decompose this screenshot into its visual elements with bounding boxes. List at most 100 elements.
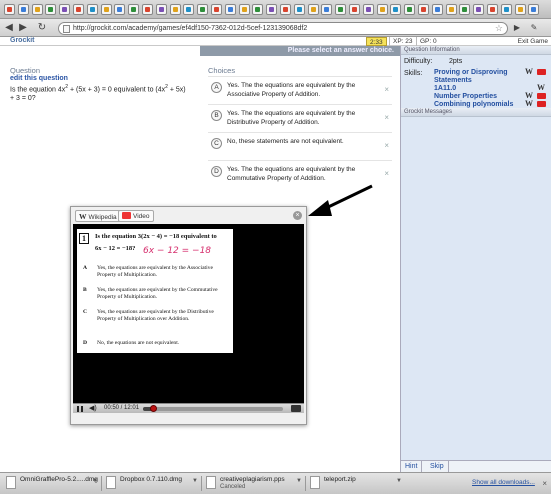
browser-tab[interactable] [114, 4, 126, 15]
choice-c[interactable]: C No, these statements are not equivalen… [208, 132, 392, 158]
dropdown-arrow-icon[interactable]: ▼ [92, 478, 98, 484]
browser-tab[interactable] [86, 4, 98, 15]
choice-a[interactable]: A Yes. The the equations are equivalent … [208, 76, 392, 102]
browser-tab[interactable] [45, 4, 57, 15]
choice-b[interactable]: B Yes. The the equations are equivalent … [208, 104, 392, 130]
favicon-icon [48, 7, 54, 12]
browser-tab[interactable] [307, 4, 319, 15]
browser-tab[interactable] [418, 4, 429, 15]
browser-tab[interactable] [500, 4, 512, 15]
choice-text: Yes. The the equations are equivalent by… [227, 82, 356, 98]
skill-link[interactable]: 1A11.0 [434, 85, 456, 93]
video-player[interactable]: 1 Is the equation 3(2x − 4) = −18 equiva… [73, 224, 304, 403]
browser-tab[interactable] [224, 4, 236, 15]
sidebar: Question Information Difficulty: 2pts Sk… [400, 46, 551, 472]
eliminate-choice-icon[interactable]: × [384, 113, 389, 122]
video-scrubber-handle[interactable] [149, 405, 157, 412]
skill-link[interactable]: Proving or Disproving [434, 69, 508, 77]
browser-tab[interactable] [17, 4, 29, 15]
video-tab[interactable]: Video [118, 210, 154, 222]
skip-tab[interactable]: Skip [426, 461, 449, 472]
browser-tab[interactable] [376, 4, 388, 15]
browser-tab[interactable] [280, 4, 291, 15]
browser-tab[interactable] [31, 4, 43, 15]
close-icon[interactable]: × [542, 479, 547, 488]
browser-tab[interactable] [404, 4, 416, 15]
browser-tab[interactable] [100, 4, 112, 15]
dropdown-arrow-icon[interactable]: ▼ [192, 478, 198, 484]
browser-tab[interactable] [321, 4, 333, 15]
browser-tab[interactable] [4, 4, 15, 15]
download-filename: Dropbox 0.7.110.dmg [120, 476, 183, 483]
wikipedia-tab[interactable]: W Wikipedia [75, 210, 121, 222]
browser-tab[interactable] [169, 4, 181, 15]
wikipedia-icon[interactable]: W [537, 83, 545, 92]
browser-tab[interactable] [514, 4, 526, 15]
video-progress-bar[interactable] [143, 405, 283, 412]
browser-tab[interactable] [266, 4, 278, 15]
browser-tab[interactable] [142, 4, 153, 15]
browser-tab[interactable] [349, 4, 360, 15]
browser-tab[interactable] [197, 4, 209, 15]
download-item[interactable]: OmniGrafflePro-5.2.....dmg ▼ [6, 475, 98, 492]
address-bar[interactable]: http://grockit.com/academy/games/ef4df15… [58, 22, 508, 35]
youtube-icon[interactable] [537, 93, 546, 99]
browser-tab[interactable] [362, 4, 374, 15]
browser-tab[interactable] [528, 4, 540, 15]
wikipedia-icon[interactable]: W [525, 99, 533, 108]
back-arrow-icon[interactable]: ◀ [3, 22, 15, 34]
browser-tab[interactable] [293, 4, 305, 15]
browser-tab[interactable] [431, 4, 443, 15]
favicon-icon [296, 7, 302, 12]
volume-icon[interactable]: ◀) [89, 404, 97, 413]
download-item[interactable]: creativeplagiarism.pps Canceled ▼ [206, 475, 302, 492]
youtube-icon[interactable] [537, 69, 546, 75]
bookmark-star-icon[interactable]: ☆ [495, 23, 503, 34]
browser-tab[interactable] [390, 4, 402, 15]
grockit-logo[interactable]: Grockit [10, 37, 35, 44]
show-all-downloads-link[interactable]: Show all downloads... [472, 479, 535, 486]
skill-link[interactable]: Statements [434, 77, 472, 85]
exit-game-button[interactable]: Exit Game [518, 37, 548, 46]
browser-tab[interactable] [487, 4, 498, 15]
browser-tab[interactable] [445, 4, 457, 15]
browser-tab[interactable] [252, 4, 264, 15]
favicon-icon [324, 7, 330, 12]
eliminate-choice-icon[interactable]: × [384, 141, 389, 150]
eliminate-choice-icon[interactable]: × [384, 169, 389, 178]
reload-icon[interactable]: ↻ [36, 22, 48, 34]
page-menu-icon[interactable]: ▶ [511, 22, 523, 34]
skill-link[interactable]: Number Properties [434, 93, 497, 101]
favicon-icon [365, 7, 371, 12]
fullscreen-icon[interactable] [291, 405, 301, 412]
download-item[interactable]: teleport.zip ▼ [310, 475, 402, 492]
eliminate-choice-icon[interactable]: × [384, 85, 389, 94]
answer-prompt-bar: Please select an answer choice. [200, 46, 400, 56]
browser-tab[interactable] [183, 4, 195, 15]
wrench-menu-icon[interactable]: ✎ [528, 22, 540, 34]
browser-tab[interactable] [459, 4, 471, 15]
browser-tab[interactable] [211, 4, 222, 15]
close-popup-button[interactable]: × [293, 211, 302, 220]
pause-icon[interactable] [76, 405, 84, 413]
choice-text: No, these statements are not equivalent. [227, 138, 344, 145]
choice-text: Yes. The the equations are equivalent by… [227, 110, 356, 126]
favicon-icon [379, 7, 385, 12]
favicon-icon [34, 7, 40, 12]
wikipedia-icon[interactable]: W [525, 67, 533, 76]
browser-tab[interactable] [73, 4, 84, 15]
forward-arrow-icon[interactable]: ▶ [17, 22, 29, 34]
download-item[interactable]: Dropbox 0.7.110.dmg ▼ [106, 475, 198, 492]
hint-tab[interactable]: Hint [401, 461, 423, 472]
browser-tab[interactable] [335, 4, 347, 15]
dropdown-arrow-icon[interactable]: ▼ [396, 478, 402, 484]
browser-tab[interactable] [473, 4, 485, 15]
dropdown-arrow-icon[interactable]: ▼ [296, 478, 302, 484]
favicon-icon [89, 7, 95, 12]
browser-tab[interactable] [238, 4, 250, 15]
youtube-icon[interactable] [537, 101, 546, 107]
edit-question-link[interactable]: edit this question [10, 75, 68, 82]
browser-tab[interactable] [128, 4, 140, 15]
browser-tab[interactable] [155, 4, 167, 15]
browser-tab[interactable] [59, 4, 71, 15]
